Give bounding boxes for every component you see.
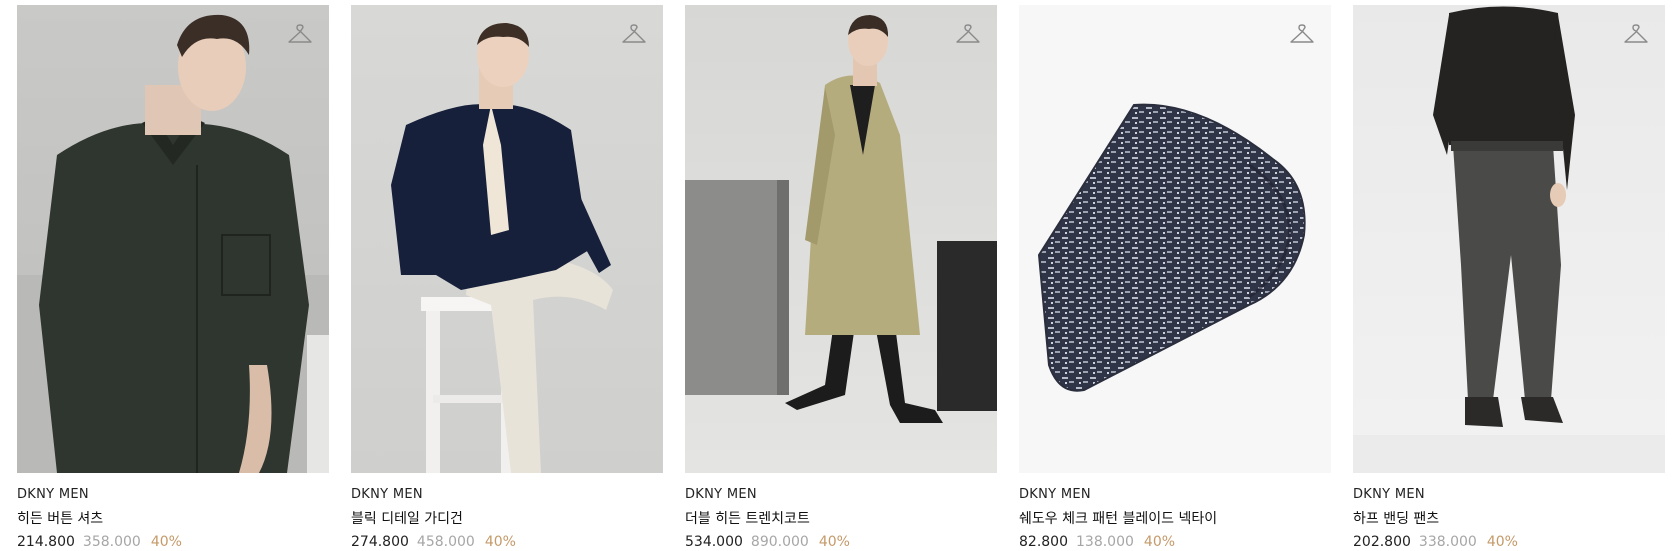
sale-price: 534.000 (685, 534, 743, 550)
product-image[interactable] (351, 5, 663, 473)
original-price: 338.000 (1418, 534, 1477, 550)
discount-rate: 40% (484, 534, 516, 550)
product-brand[interactable]: DKNY MEN (1019, 487, 1331, 503)
sale-price: 82.800 (1019, 534, 1068, 550)
product-card[interactable]: DKNY MEN 하프 밴딩 팬츠 202.800 338.000 40% (1353, 5, 1665, 551)
original-price: 358.000 (82, 534, 141, 550)
product-prices: 214.800 358.000 40% (17, 533, 329, 551)
product-grid: DKNY MEN 히든 버튼 셔츠 214.800 358.000 40% DK… (17, 5, 1665, 551)
discount-rate: 40% (818, 534, 850, 550)
discount-rate: 40% (1143, 534, 1176, 550)
product-photo-illustration (17, 14, 329, 473)
product-prices: 534.000 890.000 40% (685, 533, 997, 551)
hanger-icon[interactable] (1289, 23, 1315, 47)
product-name[interactable]: 히든 버튼 셔츠 (17, 510, 329, 528)
sale-price: 214.800 (17, 534, 75, 550)
product-card[interactable]: DKNY MEN 더블 히든 트렌치코트 534.000 890.000 40% (685, 5, 997, 551)
product-brand[interactable]: DKNY MEN (685, 487, 997, 503)
sale-price: 202.800 (1353, 534, 1411, 550)
product-photo-illustration (1353, 6, 1665, 473)
product-card[interactable]: DKNY MEN 블릭 디테일 가디건 274.800 458.000 40% (351, 5, 663, 551)
product-name[interactable]: 블릭 디테일 가디건 (351, 510, 663, 528)
hanger-icon[interactable] (1623, 23, 1649, 47)
product-card[interactable]: DKNY MEN 히든 버튼 셔츠 214.800 358.000 40% (17, 5, 329, 551)
product-brand[interactable]: DKNY MEN (351, 487, 663, 503)
discount-rate: 40% (1486, 534, 1518, 550)
product-name[interactable]: 하프 밴딩 팬츠 (1353, 510, 1665, 528)
product-prices: 82.800 138.000 40% (1019, 533, 1331, 551)
product-name[interactable]: 더블 히든 트렌치코트 (685, 510, 997, 528)
product-brand[interactable]: DKNY MEN (17, 487, 329, 503)
product-prices: 202.800 338.000 40% (1353, 533, 1665, 551)
original-price: 890.000 (750, 534, 809, 550)
product-photo-illustration (685, 15, 997, 423)
hanger-icon[interactable] (287, 23, 313, 47)
discount-rate: 40% (150, 534, 182, 550)
product-image[interactable] (685, 5, 997, 473)
product-image[interactable] (1353, 5, 1665, 473)
product-prices: 274.800 458.000 40% (351, 533, 663, 551)
product-image[interactable] (17, 5, 329, 473)
product-photo-illustration (391, 23, 613, 473)
original-price: 458.000 (416, 534, 475, 550)
product-brand[interactable]: DKNY MEN (1353, 487, 1665, 503)
product-photo-illustration (1037, 103, 1306, 392)
original-price: 138.000 (1076, 534, 1134, 550)
product-name[interactable]: 쉐도우 체크 패턴 블레이드 넥타이 (1019, 510, 1331, 528)
hanger-icon[interactable] (955, 23, 981, 47)
sale-price: 274.800 (351, 534, 409, 550)
hanger-icon[interactable] (621, 23, 647, 47)
product-card[interactable]: DKNY MEN 쉐도우 체크 패턴 블레이드 넥타이 82.800 138.00… (1019, 5, 1331, 551)
product-image[interactable] (1019, 5, 1331, 473)
